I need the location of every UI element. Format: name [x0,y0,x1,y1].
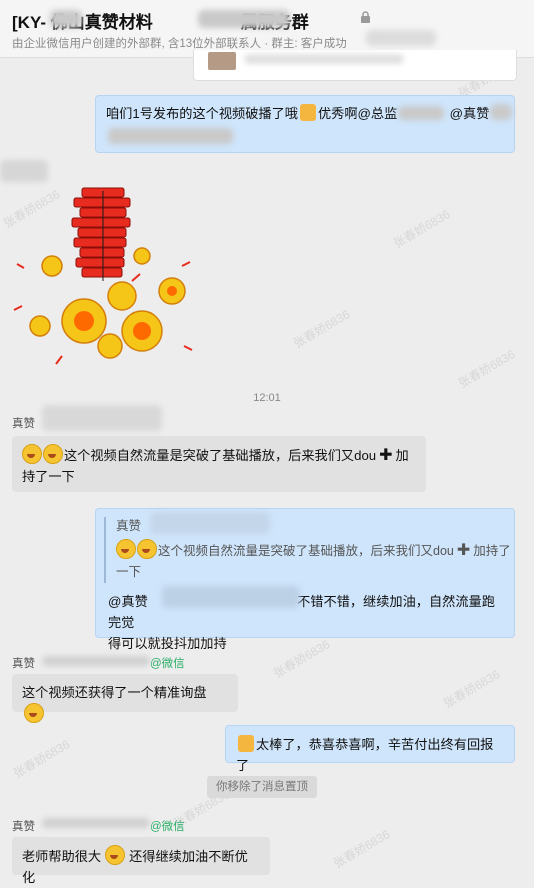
chat-subtitle: 由企业微信用户创建的外部群, 含13位外部联系人 · 群主: 客户成功 [12,38,347,50]
thumbs-up-icon [238,735,254,752]
message-text: 得可以就投抖加加持 [108,636,227,651]
grin-emoji-icon [43,444,63,464]
grin-emoji-icon [22,444,42,464]
grin-emoji-icon [137,539,157,559]
shared-card[interactable] [193,50,517,81]
message-bubble-incoming[interactable]: 老师帮助很大 还得继续加油不断优化 [12,837,270,885]
grin-emoji-icon [105,845,126,865]
plus-icon: ✚ [379,447,393,464]
watermark: 张春娇6836 [330,827,393,871]
card-thumbnail [208,52,236,70]
mention[interactable]: @真赞 [108,594,148,609]
lock-icon [360,11,371,27]
message-text: 这个视频自然流量是突破了基础播放，后来我们又dou [64,448,377,463]
watermark: 张春娇6836 [440,667,503,711]
watermark: 张春娇6836 [390,207,453,251]
firecracker-sticker[interactable] [12,186,194,368]
watermark: 张春娇6836 [10,737,73,781]
message-text: 优秀啊@总监 [317,106,398,121]
watermark: 张春娇6836 [290,307,353,351]
thumbs-up-icon [299,104,316,121]
grin-emoji-icon [116,539,136,559]
mention[interactable]: @真赞 [450,106,490,121]
watermark: 张春娇6836 [455,347,518,391]
timestamp: 12:01 [253,392,281,404]
message-text: 咱们1号发布的这个视频破播了哦 [106,106,298,121]
message-bubble-incoming[interactable]: 这个视频还获得了一个精准询盘 [12,674,238,723]
message-bubble-incoming[interactable]: 这个视频自然流量是突破了基础播放，后来我们又dou ✚ 加持了一下 [12,436,426,492]
message-bubble-outgoing[interactable]: 咱们1号发布的这个视频破播了哦 优秀啊@总监 @真赞 [95,95,515,153]
message-text: 这个视频还获得了一个精准询盘 [22,685,207,700]
message-bubble-outgoing[interactable]: 太棒了，恭喜恭喜啊，辛苦付出终有回报了 [225,725,515,773]
system-notice: 你移除了消息置顶 [207,776,317,798]
sender-name[interactable]: 真赞 [12,415,35,431]
message-text: 老师帮助很大 [22,849,102,864]
plus-icon: ✚ [456,542,471,559]
quoted-text: 这个视频自然流量是突破了基础播放，后来我们又dou [158,544,454,558]
thinking-emoji-icon [24,703,44,723]
message-text: 太棒了，恭喜恭喜啊，辛苦付出终有回报了 [236,737,494,773]
